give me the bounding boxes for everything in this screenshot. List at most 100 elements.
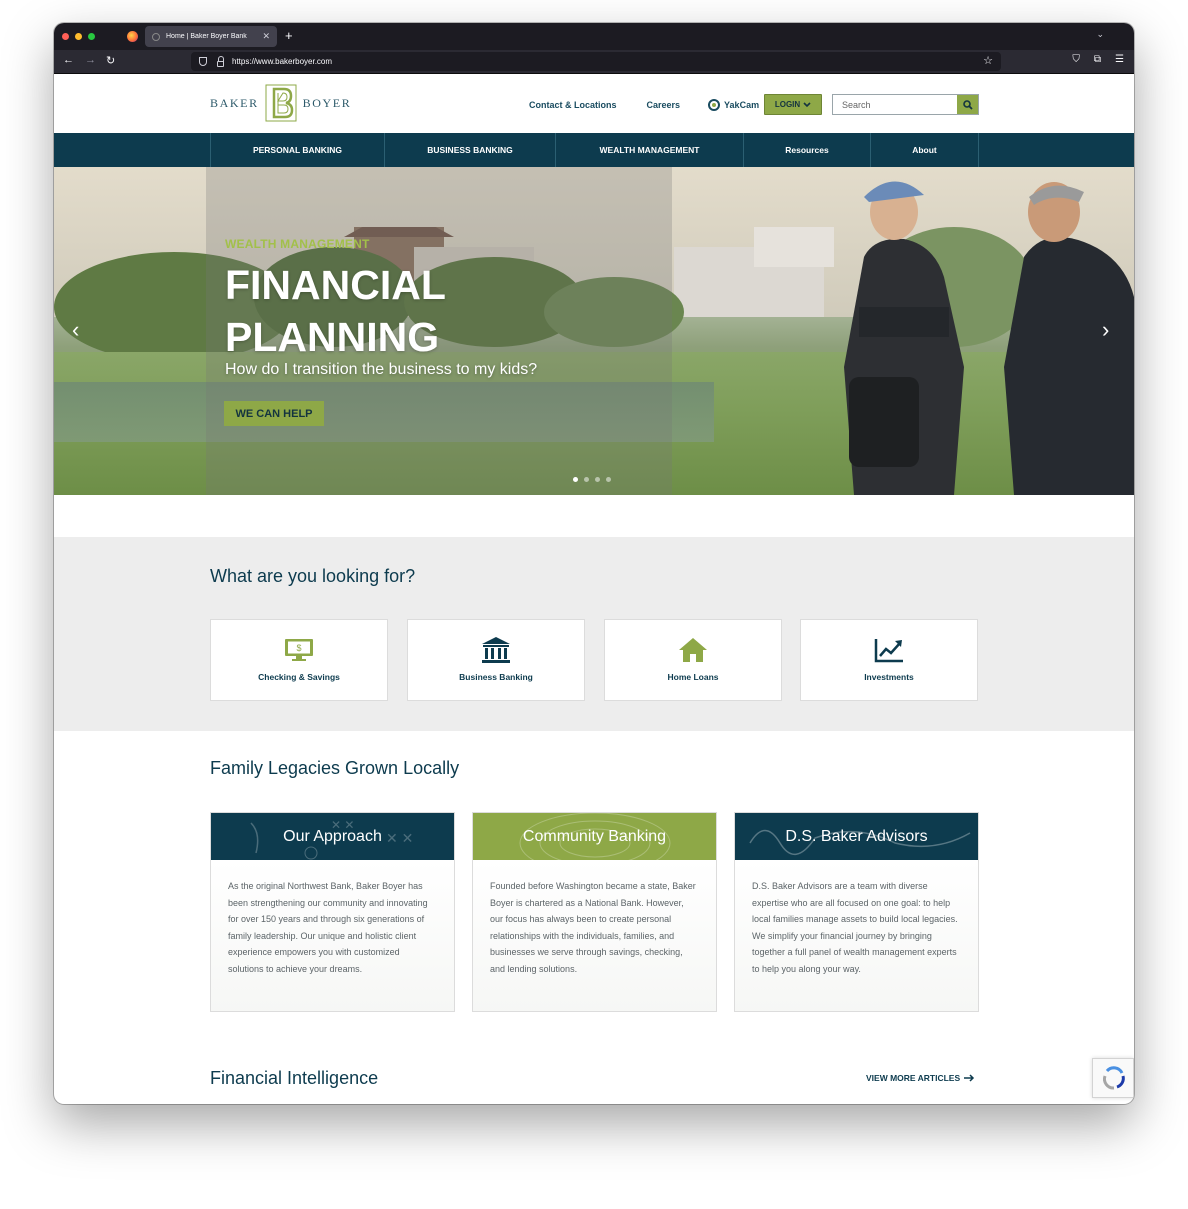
hero-eyebrow: WEALTH MANAGEMENT [225,237,370,251]
carousel-dots [573,477,611,482]
hero-carousel: WEALTH MANAGEMENT FINANCIAL PLANNING How… [54,167,1134,495]
list-tabs-icon[interactable]: ⌄ [1096,29,1104,40]
hero-title-line-2: PLANNING [225,314,440,360]
main-navigation: PERSONAL BANKING BUSINESS BANKING WEALTH… [54,133,1134,167]
carousel-prev-arrow-icon[interactable]: ‹ [72,317,79,343]
nav-about[interactable]: About [870,133,979,167]
toolbar-right: ⛉ ⧉ ☰ [1072,54,1124,65]
webcam-icon [708,99,721,111]
menu-icon[interactable]: ☰ [1115,54,1124,65]
looking-for-heading: What are you looking for? [210,566,416,586]
view-more-articles-link[interactable]: VIEW MORE ARTICLES [866,1073,975,1083]
carousel-next-arrow-icon[interactable]: › [1102,317,1109,343]
investments-label: Investments [864,672,914,682]
login-label: LOGIN [774,100,801,109]
recaptcha-badge[interactable] [1092,1058,1134,1098]
home-loans-card[interactable]: Home Loans [604,619,782,701]
back-icon[interactable]: ← [63,54,74,66]
firefox-icon[interactable] [127,31,138,42]
svg-text:✕ ✕: ✕ ✕ [386,830,413,846]
window-controls [62,33,95,40]
close-tab-icon[interactable]: ✕ [262,31,270,42]
arrow-right-icon [964,1074,975,1082]
careers-link[interactable]: Careers [647,100,681,110]
carousel-dot[interactable] [573,477,578,482]
lock-icon[interactable] [217,55,224,67]
logo-b-monogram-icon [265,84,297,122]
financial-intelligence-heading: Financial Intelligence [210,1068,379,1088]
hero-title-line-1: FINANCIAL [225,262,446,308]
nav-resources[interactable]: Resources [743,133,870,167]
carousel-dot[interactable] [595,477,600,482]
bookmark-star-icon[interactable]: ☆ [983,54,993,67]
checking-savings-card[interactable]: $ Checking & Savings [210,619,388,701]
header-links: Contact & Locations Careers YakCam [529,99,759,111]
browser-tab-bar: Home | Baker Boyer Bank ✕ + ⌄ [54,23,1134,50]
logo-text-baker: BAKER [210,95,259,110]
login-button[interactable]: LOGIN [764,94,822,115]
tracking-shield-icon[interactable] [199,57,207,66]
pocket-icon[interactable]: ⛉ [1072,54,1080,65]
site-logo[interactable]: BAKER BOYER [210,83,351,123]
search-button[interactable] [957,95,978,114]
monitor-dollar-icon: $ [285,639,313,661]
chevron-down-icon [803,101,811,107]
url-text: https://www.bakerboyer.com [232,57,333,66]
hero-subtitle: How do I transition the business to my k… [225,361,538,378]
nav-business-banking[interactable]: BUSINESS BANKING [384,133,555,167]
carousel-dot[interactable] [584,477,589,482]
browser-window: Home | Baker Boyer Bank ✕ + ⌄ ← → ↻ http… [54,23,1134,1104]
search-input[interactable] [833,95,957,114]
hero-golfers-image [844,181,1134,495]
browser-toolbar: ← → ↻ https://www.bakerboyer.com ☆ ⛉ ⧉ ☰ [54,50,1134,74]
yakcam-label: YakCam [724,100,760,110]
family-legacies-section: Family Legacies Grown Locally ✕ ✕ ✕ ✕ Ou… [54,731,1134,1088]
our-approach-header: ✕ ✕ ✕ ✕ Our Approach [211,813,454,860]
yakcam-link[interactable]: YakCam [708,99,759,111]
new-tab-icon[interactable]: + [285,28,293,44]
our-approach-card[interactable]: ✕ ✕ ✕ ✕ Our Approach As the original Nor… [210,812,455,1012]
community-banking-title: Community Banking [522,827,667,845]
chart-trend-icon [874,639,903,663]
business-banking-label: Business Banking [459,672,533,682]
tab-favicon-icon [152,32,160,41]
ds-baker-advisors-card[interactable]: D.S. Baker Advisors D.S. Baker Advisors … [734,812,979,1012]
forward-icon[interactable]: → [85,54,96,66]
search-icon [962,99,973,110]
recaptcha-icon [1103,1066,1125,1090]
checking-savings-label: Checking & Savings [258,672,340,682]
reload-icon[interactable]: ↻ [106,54,115,67]
nav-wealth-management[interactable]: WEALTH MANAGEMENT [555,133,743,167]
ds-baker-advisors-title: D.S. Baker Advisors [785,827,928,845]
site-header: BAKER BOYER Contact & Locations Careers … [54,74,1134,133]
carousel-dot[interactable] [606,477,611,482]
ds-baker-advisors-text: D.S. Baker Advisors are a team with dive… [735,860,978,1011]
our-approach-text: As the original Northwest Bank, Baker Bo… [211,860,454,1011]
home-loans-label: Home Loans [667,672,719,682]
zoom-window-button[interactable] [88,33,95,40]
site-search [832,94,979,115]
looking-for-section: What are you looking for? $ Checking & S… [54,537,1134,731]
house-icon [679,638,707,662]
view-more-articles-label: VIEW MORE ARTICLES [866,1073,961,1083]
spacer [54,495,1134,537]
community-banking-text: Founded before Washington became a state… [473,860,716,1011]
tab-title: Home | Baker Boyer Bank [166,33,247,40]
logo-text-boyer: BOYER [302,95,352,110]
community-banking-card[interactable]: Community Banking Founded before Washing… [472,812,717,1012]
minimize-window-button[interactable] [75,33,82,40]
community-banking-header: Community Banking [473,813,716,860]
business-banking-card[interactable]: Business Banking [407,619,585,701]
contact-locations-link[interactable]: Contact & Locations [529,100,617,110]
close-window-button[interactable] [62,33,69,40]
investments-card[interactable]: Investments [800,619,978,701]
address-bar[interactable]: https://www.bakerboyer.com ☆ [191,52,1001,71]
extensions-icon[interactable]: ⧉ [1094,54,1101,65]
our-approach-title: Our Approach [283,827,382,845]
browser-tab[interactable]: Home | Baker Boyer Bank ✕ [145,26,277,47]
family-legacies-heading: Family Legacies Grown Locally [210,758,460,778]
hero-cta-button[interactable]: WE CAN HELP [224,401,324,426]
bank-building-icon [482,637,510,663]
ds-baker-advisors-header: D.S. Baker Advisors [735,813,978,860]
nav-personal-banking[interactable]: PERSONAL BANKING [210,133,384,167]
